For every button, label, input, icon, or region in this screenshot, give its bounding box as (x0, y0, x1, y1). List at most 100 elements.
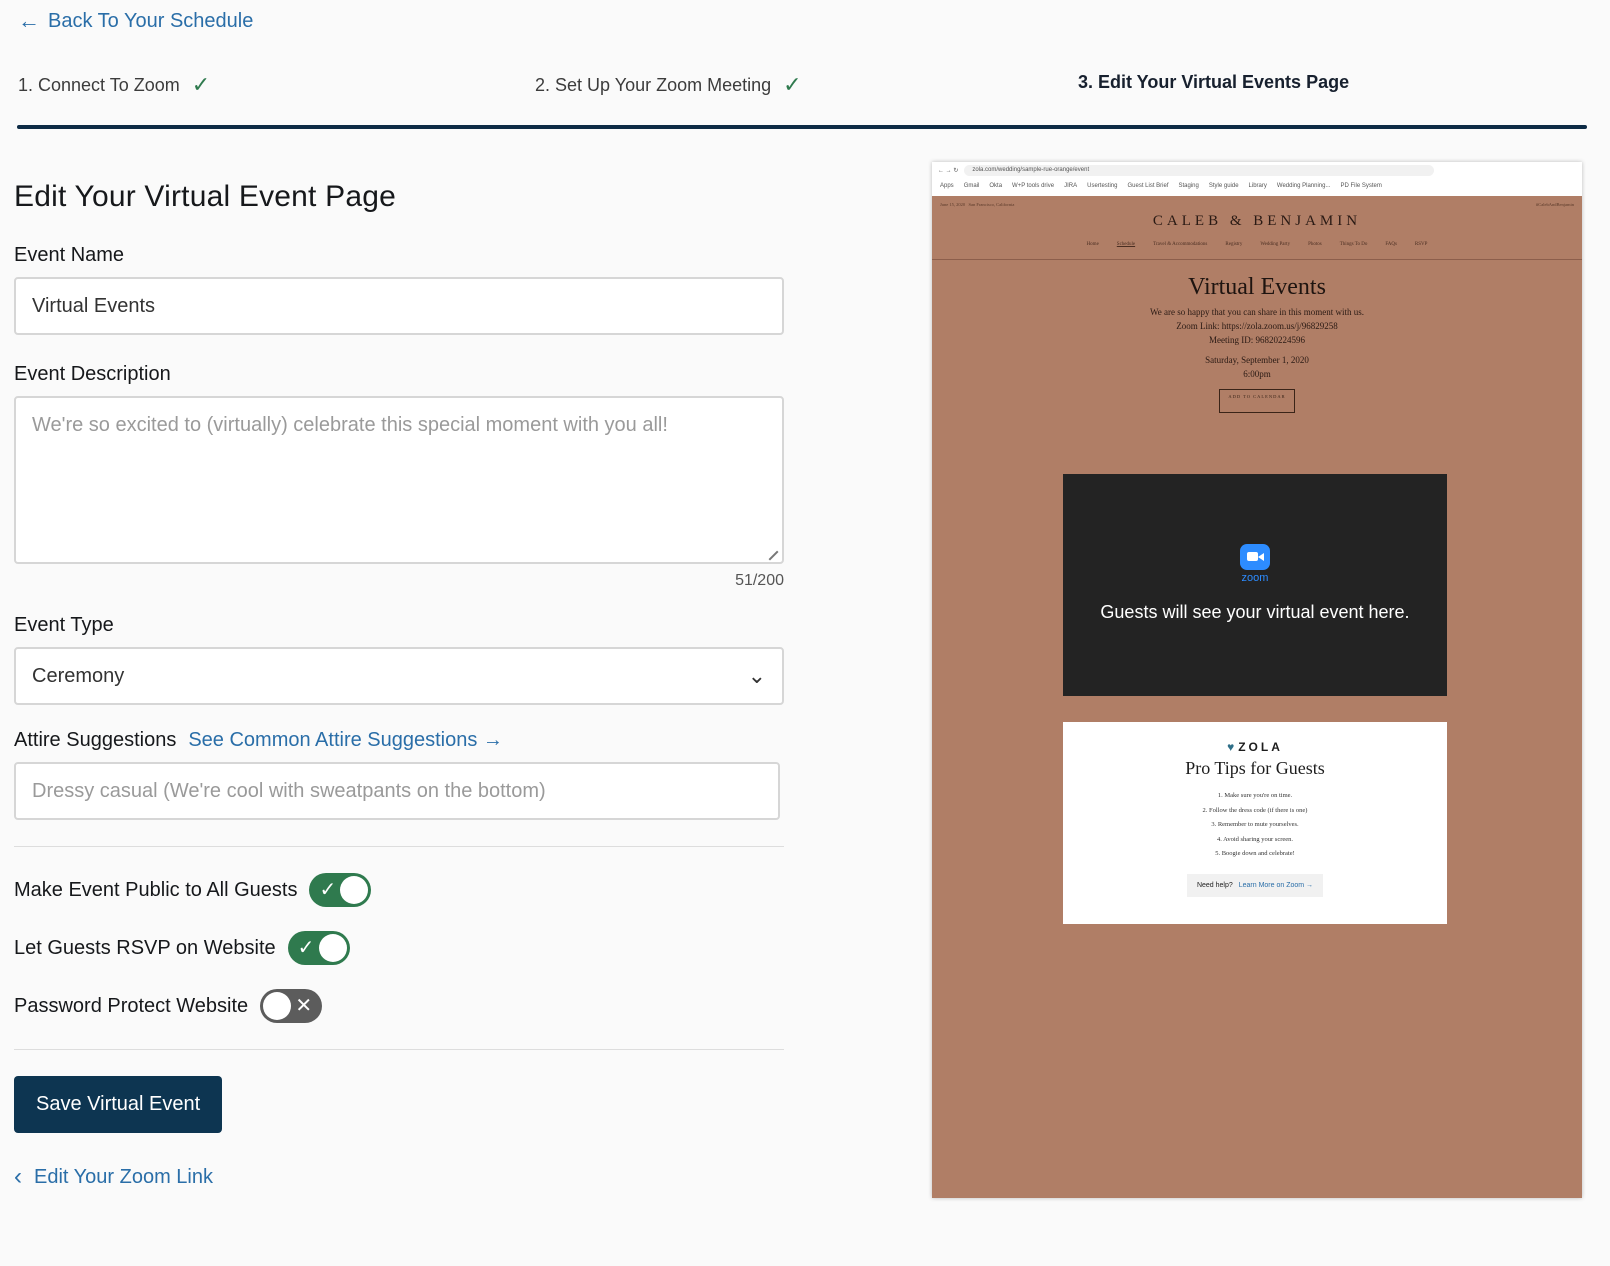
event-type-select[interactable]: Ceremony ⌄ (14, 647, 784, 705)
need-help-box: Need help? Learn More on Zoom → (1186, 873, 1324, 897)
list-item: 5. Boogie down and celebrate! (1215, 850, 1295, 857)
step-edit-page: 3. Edit Your Virtual Events Page (1078, 72, 1349, 93)
progress-bar (17, 125, 1587, 129)
page-title: Edit Your Virtual Event Page (14, 180, 396, 213)
edit-event-form: Edit Your Virtual Event Page Event Name … (14, 180, 784, 1191)
toggle-knob (263, 992, 292, 1020)
event-name-input[interactable]: Virtual Events (14, 277, 784, 335)
need-help-text: Need help? (1196, 881, 1233, 889)
rsvp-toggle[interactable]: ✓ (287, 931, 350, 965)
site-nav-item: Photos (1308, 242, 1322, 247)
back-link-label: Back To Your Schedule (48, 9, 254, 32)
arrow-left-icon: ← (18, 8, 40, 33)
attire-suggestions-link[interactable]: See Common Attire Suggestions → (188, 729, 503, 752)
list-item: 2. Follow the dress code (if there is on… (1202, 806, 1308, 814)
pro-tips-card: ♥ ZOLA Pro Tips for Guests 1. Make sure y… (1063, 722, 1447, 924)
save-virtual-event-button[interactable]: Save Virtual Event (14, 1076, 223, 1133)
event-name-label: Event Name (14, 244, 125, 266)
tips-title: Pro Tips for Guests (1185, 758, 1325, 778)
zoom-placeholder-message: Guests will see your virtual event here. (1100, 602, 1410, 622)
public-toggle[interactable]: ✓ (309, 873, 372, 907)
toggle-row-password: Password Protect Website ✕ (14, 989, 784, 1023)
toggle-label: Password Protect Website (14, 994, 249, 1017)
edit-zoom-link[interactable]: ‹ Edit Your Zoom Link (14, 1163, 784, 1191)
step-label: 1. Connect To Zoom (18, 74, 180, 95)
bookmark: Gmail (963, 183, 980, 189)
site-nav-item: Schedule (1116, 242, 1136, 247)
chevron-down-icon: ⌄ (747, 663, 766, 688)
virtual-event-preview: ← → ↻ zola.com/wedding/sample-rue-orange… (932, 162, 1582, 1198)
password-toggle[interactable]: ✕ (260, 989, 323, 1023)
toggle-label: Let Guests RSVP on Website (14, 936, 276, 959)
event-type-label: Event Type (14, 614, 114, 636)
divider (932, 259, 1582, 260)
edit-zoom-link-label: Edit Your Zoom Link (34, 1165, 213, 1188)
divider (14, 846, 784, 847)
bookmark: PD File System (1340, 183, 1382, 189)
learn-more-link: Learn More on Zoom → (1238, 881, 1314, 889)
add-to-calendar-button: ADD TO CALENDAR (1219, 389, 1295, 413)
bookmark: Style guide (1208, 183, 1239, 189)
list-item: 3. Remember to mute yourselves. (1211, 821, 1299, 828)
preview-zoom-link: Zoom Link: https://zola.zoom.us/j/968292… (1176, 321, 1338, 331)
browser-chrome: ← → ↻ zola.com/wedding/sample-rue-orange… (932, 162, 1582, 196)
zoom-camera-icon (1240, 544, 1270, 570)
bookmark: Wedding Planning... (1276, 183, 1331, 189)
step-label: 3. Edit Your Virtual Events Page (1078, 72, 1350, 92)
toggle-row-rsvp: Let Guests RSVP on Website ✓ (14, 931, 784, 965)
site-nav-item: Things To Do (1339, 242, 1368, 247)
site-location: San Francisco, California (968, 202, 1015, 207)
toggle-knob (318, 934, 347, 962)
site-header-meta: June 15, 2020 San Francisco, California … (932, 196, 1582, 207)
site-nav-item: Wedding Party (1260, 242, 1291, 247)
bookmark: Usertesting (1087, 183, 1118, 189)
back-to-schedule-link[interactable]: ← Back To Your Schedule (18, 8, 253, 34)
browser-nav-icons: ← → ↻ (938, 167, 959, 174)
zola-logo: ♥ ZOLA (1063, 740, 1447, 754)
site-nav: Home Schedule Travel & Accommodations Re… (932, 242, 1582, 247)
event-description-placeholder: We're so excited to (virtually) celebrat… (32, 414, 668, 436)
attire-input[interactable]: Dressy casual (We're cool with sweatpant… (14, 762, 780, 820)
bookmark: W+P tools drive (1012, 183, 1055, 189)
tips-list: 1. Make sure you're on time. 2. Follow t… (1063, 789, 1447, 862)
chevron-left-icon: ‹ (14, 1163, 22, 1190)
progress-steps: 1. Connect To Zoom ✓ 2. Set Up Your Zoom… (18, 72, 1588, 98)
bookmark: Guest List Brief (1127, 183, 1169, 189)
browser-url-bar: zola.com/wedding/sample-rue-orange/event (964, 164, 1435, 176)
step-setup-meeting: 2. Set Up Your Zoom Meeting ✓ (535, 72, 802, 98)
toggle-label: Make Event Public to All Guests (14, 878, 298, 901)
zoom-logo-text: zoom (1241, 572, 1269, 584)
divider (14, 1049, 784, 1050)
site-date: June 15, 2020 (940, 202, 966, 207)
bookmark: Library (1248, 183, 1267, 189)
resize-handle-icon[interactable] (761, 543, 779, 561)
event-description-textarea[interactable]: We're so excited to (virtually) celebrat… (14, 396, 784, 564)
list-item: 4. Avoid sharing your screen. (1216, 835, 1294, 843)
preview-date: Saturday, September 1, 2020 (1205, 355, 1309, 365)
zoom-embed-placeholder: zoom Guests will see your virtual event … (1063, 474, 1447, 696)
preview-message: We are so happy that you can share in th… (1150, 307, 1364, 317)
preview-time: 6:00pm (1243, 369, 1271, 379)
event-description-label: Event Description (14, 363, 171, 385)
checkmark-icon: ✓ (191, 72, 211, 97)
toggle-row-public: Make Event Public to All Guests ✓ (14, 873, 784, 907)
zola-logo-text: ZOLA (1238, 740, 1283, 754)
preview-meeting-id: Meeting ID: 96820224596 (1209, 335, 1305, 345)
site-nav-item: Travel & Accommodations (1153, 242, 1208, 247)
site-nav-item: Registry (1225, 242, 1243, 247)
checkmark-icon: ✓ (319, 879, 337, 901)
toggle-knob (340, 876, 369, 904)
char-counter: 51/200 (735, 572, 784, 589)
attire-row: Attire Suggestions See Common Attire Sug… (14, 729, 784, 752)
site-nav-item: RSVP (1414, 242, 1428, 247)
bookmark: Okta (989, 183, 1003, 189)
checkmark-icon: ✓ (297, 937, 315, 959)
site-nav-item: Home (1086, 242, 1099, 247)
close-icon: ✕ (295, 995, 313, 1017)
checkmark-icon: ✓ (783, 72, 802, 97)
event-type-value: Ceremony (32, 664, 125, 687)
attire-label: Attire Suggestions (14, 729, 177, 751)
site-nav-item: FAQs (1385, 242, 1397, 247)
bookmarks-bar: Apps Gmail Okta W+P tools drive JIRA Use… (932, 178, 1582, 194)
heart-icon: ♥ (1227, 740, 1235, 754)
